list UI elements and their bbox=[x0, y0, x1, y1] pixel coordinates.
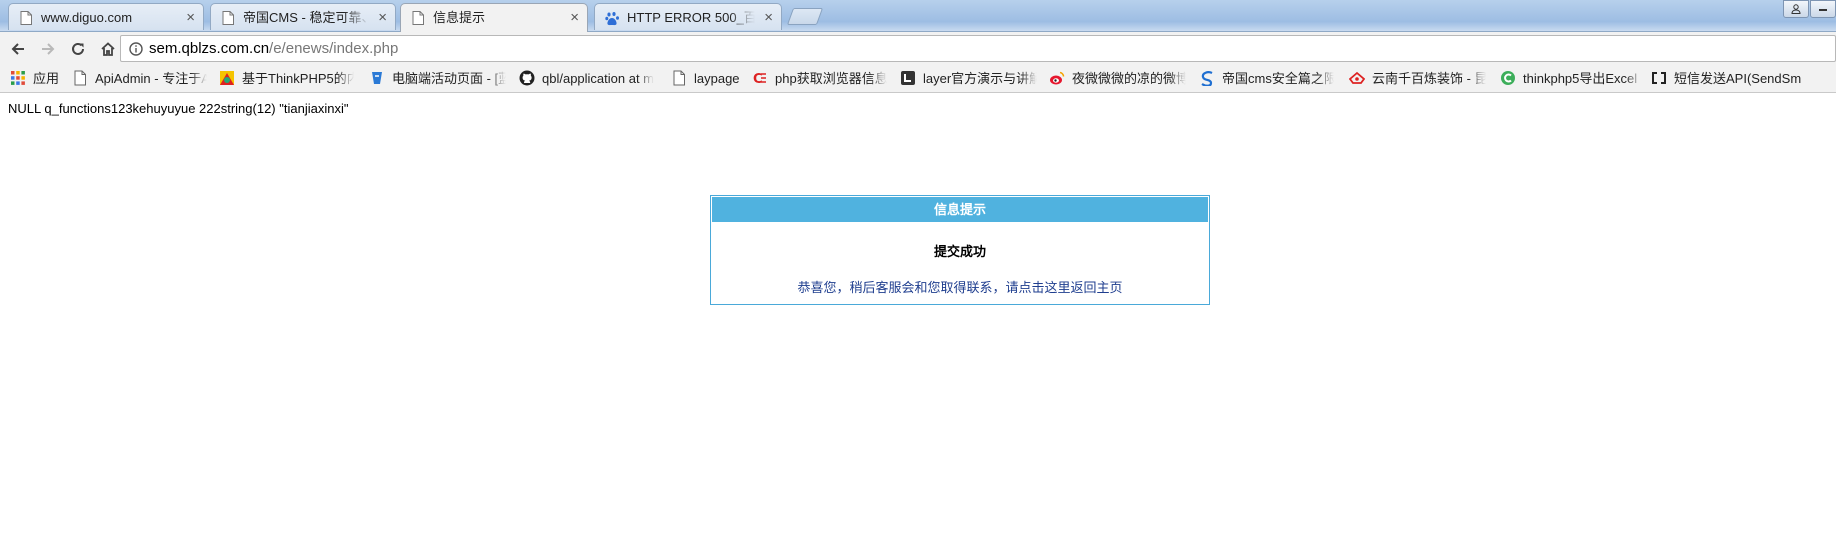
bookmark-label: thinkphp5导出Excel bbox=[1523, 71, 1638, 86]
bookmark-github-qbl[interactable]: qbl/application at m bbox=[519, 65, 659, 92]
bookmark-label: layer官方演示与讲解 bbox=[923, 71, 1037, 86]
url-path: /e/enews/index.php bbox=[269, 40, 399, 57]
reload-button[interactable] bbox=[63, 34, 93, 64]
tab-title: www.diguo.com bbox=[41, 10, 133, 25]
bookmark-weibo[interactable]: 夜微微微的凉的微博 bbox=[1049, 65, 1189, 92]
csdn-icon: C bbox=[753, 72, 766, 86]
bookmark-diguo-security[interactable]: 帝国cms安全篇之限制 bbox=[1199, 65, 1337, 92]
bookmark-label: 应用 bbox=[33, 71, 60, 86]
bookmark-apps[interactable]: 应用 bbox=[10, 65, 59, 92]
bookmarks-bar: 应用 ApiAdmin - 专注于Ap 基于ThinkPHP5的内 电脑端活动页… bbox=[0, 65, 1836, 93]
page-icon bbox=[410, 10, 426, 26]
home-icon bbox=[101, 41, 115, 56]
bookmark-label: 短信发送API(SendSm bbox=[1674, 71, 1802, 86]
bookmark-label: laypage bbox=[694, 71, 740, 86]
address-bar[interactable]: sem.qblzs.com.cn/e/enews/index.php bbox=[120, 35, 1836, 62]
bookmark-label: 云南千百炼装饰 - 昆 bbox=[1372, 71, 1486, 86]
colorful-logo-icon bbox=[220, 71, 234, 85]
page-icon bbox=[74, 70, 86, 86]
weibo-icon bbox=[1050, 71, 1065, 85]
new-tab-button[interactable] bbox=[786, 8, 824, 25]
bookmark-laypage[interactable]: laypage bbox=[671, 65, 743, 92]
back-button[interactable] bbox=[3, 34, 33, 64]
bookmark-label: qbl/application at m bbox=[542, 71, 654, 86]
blue-logo-icon bbox=[372, 72, 382, 84]
tab-strip: www.diguo.com × 帝国CMS - 稳定可靠、 × 信息提示 × H… bbox=[0, 0, 1836, 32]
tab-info[interactable]: 信息提示 × bbox=[400, 3, 588, 32]
bookmark-thinkphp5-excel[interactable]: thinkphp5导出Excel bbox=[1500, 65, 1646, 92]
layer-icon bbox=[901, 71, 915, 85]
close-icon[interactable]: × bbox=[764, 4, 773, 30]
home-button[interactable] bbox=[93, 34, 123, 64]
red-logo-icon bbox=[1349, 71, 1365, 84]
message-box-header: 信息提示 bbox=[712, 197, 1208, 222]
message-title: 提交成功 bbox=[933, 244, 986, 259]
bookmark-label: 帝国cms安全篇之限制 bbox=[1222, 71, 1334, 86]
github-icon bbox=[519, 70, 535, 86]
green-c-icon bbox=[1501, 71, 1515, 85]
return-home-link[interactable]: 恭喜您，稍后客服会和您取得联系，请点击这里返回主页 bbox=[711, 277, 1209, 296]
message-box: 信息提示 提交成功 恭喜您，稍后客服会和您取得联系，请点击这里返回主页 bbox=[710, 195, 1210, 305]
bookmark-label: ApiAdmin - 专注于Ap bbox=[95, 71, 207, 86]
bookmark-label: php获取浏览器信息 bbox=[775, 71, 887, 86]
tab-diguo-cms[interactable]: 帝国CMS - 稳定可靠、 × bbox=[210, 3, 396, 30]
close-icon[interactable]: × bbox=[378, 4, 387, 30]
tab-title: HTTP ERROR 500_百度搜 bbox=[627, 10, 755, 25]
forward-button[interactable] bbox=[33, 34, 63, 64]
bookmark-label: 夜微微微的凉的微博 bbox=[1072, 71, 1186, 86]
tab-diguo[interactable]: www.diguo.com × bbox=[8, 3, 204, 30]
page-icon bbox=[673, 70, 685, 86]
window-controls bbox=[1782, 0, 1836, 18]
close-icon[interactable]: × bbox=[186, 4, 195, 30]
bookmark-activity-page[interactable]: 电脑端活动页面 - [蓝 bbox=[369, 65, 509, 92]
close-icon[interactable]: × bbox=[570, 4, 579, 31]
user-icon[interactable] bbox=[1783, 0, 1809, 18]
reload-icon bbox=[72, 42, 84, 55]
apps-grid-icon bbox=[11, 71, 25, 85]
debug-output: NULL q_functions123kehuyuyue 222string(1… bbox=[8, 101, 349, 116]
url-text: sem.qblzs.com.cn/e/enews/index.php bbox=[149, 40, 398, 57]
url-host: sem.qblzs.com.cn bbox=[149, 40, 270, 57]
browser-toolbar: sem.qblzs.com.cn/e/enews/index.php bbox=[0, 32, 1836, 65]
bracket-icon bbox=[1652, 72, 1666, 84]
bookmark-yunnan-decoration[interactable]: 云南千百炼装饰 - 昆 bbox=[1349, 65, 1489, 92]
bookmark-label: 电脑端活动页面 - [蓝 bbox=[392, 71, 506, 86]
baidu-icon bbox=[604, 10, 620, 26]
bookmark-php-browser-info[interactable]: Cphp获取浏览器信息 bbox=[752, 65, 890, 92]
bookmark-layer-demo[interactable]: layer官方演示与讲解 bbox=[900, 65, 1040, 92]
tab-title: 帝国CMS - 稳定可靠、 bbox=[243, 10, 369, 25]
info-icon[interactable] bbox=[129, 41, 143, 56]
page-icon bbox=[18, 10, 34, 26]
page-icon bbox=[220, 10, 236, 26]
bookmark-thinkphp5[interactable]: 基于ThinkPHP5的内 bbox=[219, 65, 357, 92]
bookmark-label: 基于ThinkPHP5的内 bbox=[242, 71, 354, 86]
minimize-icon[interactable] bbox=[1810, 0, 1836, 18]
bookmark-apiadmin[interactable]: ApiAdmin - 专注于Ap bbox=[72, 65, 210, 92]
tab-baidu-search[interactable]: HTTP ERROR 500_百度搜 × bbox=[594, 3, 782, 30]
tab-title: 信息提示 bbox=[433, 10, 486, 25]
swirl-icon bbox=[1201, 71, 1213, 86]
back-arrow-icon bbox=[11, 42, 24, 55]
bookmark-sms-api[interactable]: 短信发送API(SendSm bbox=[1651, 65, 1831, 92]
forward-arrow-icon bbox=[42, 42, 55, 55]
